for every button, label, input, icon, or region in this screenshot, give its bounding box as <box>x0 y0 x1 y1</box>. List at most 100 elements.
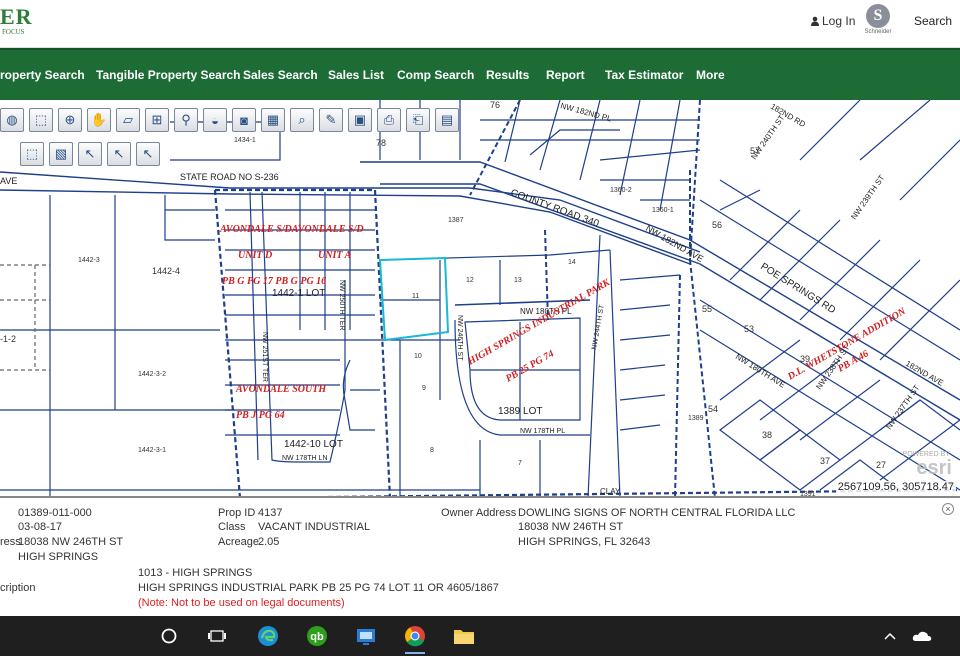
parcel-map[interactable]: STATE ROAD NO S-236 AVE COUNTY ROAD 340 … <box>0 100 960 498</box>
layers-icon[interactable]: ◒ <box>203 108 227 132</box>
label-parcel-57: 57 <box>750 146 760 156</box>
label-clay: CLAY <box>600 487 621 496</box>
map-view-icon[interactable]: ▧ <box>49 142 73 166</box>
nav-real-property-search[interactable]: roperty Search <box>0 68 85 82</box>
label-lot-1442-1: 1442-1 LOT <box>272 288 325 299</box>
main-navbar: roperty Search Tangible Property Search … <box>0 48 960 100</box>
eraser-icon[interactable]: ▱ <box>116 108 140 132</box>
label-parcel-39: 39 <box>800 354 810 364</box>
top-header: ER FOCUS Log In S Schneider Search <box>0 0 960 48</box>
label-parcel-78: 78 <box>376 138 386 148</box>
nav-tax-estimator[interactable]: Tax Estimator <box>605 68 683 82</box>
label-parcel-13: 13 <box>514 277 522 284</box>
nav-sales-list[interactable]: Sales List <box>328 68 384 82</box>
class-label: Class <box>218 521 246 533</box>
cortana-icon[interactable] <box>155 622 183 650</box>
label-ave-left: AVE <box>0 176 17 186</box>
nav-report[interactable]: Report <box>546 68 585 82</box>
print-icon[interactable]: ⎙ <box>377 108 401 132</box>
label-unit-d: UNIT D <box>238 250 272 261</box>
label-pb-j: PB J PG 64 <box>236 410 285 421</box>
select-box-icon[interactable]: ⬚ <box>20 142 44 166</box>
camera-icon[interactable]: ◙ <box>232 108 256 132</box>
legal-note: (Note: Not to be used on legal documents… <box>138 597 345 609</box>
owner-name: DOWLING SIGNS OF NORTH CENTRAL FLORIDA L… <box>518 507 796 519</box>
nav-more[interactable]: More <box>696 68 725 82</box>
label-1391: 1391 <box>800 491 816 498</box>
draw-icon[interactable]: ✎ <box>319 108 343 132</box>
map-toolbar: ◍ ⬚ ⊕ ✋ ▱ ⊞ ⚲ ◒ ◙ ▦ ⌕ ✎ ▣ ⎙ ⎗ ▤ <box>0 108 459 132</box>
label-parcel-9: 9 <box>422 385 426 392</box>
task-view-icon[interactable] <box>203 622 231 650</box>
sale-date: 03-08-17 <box>18 521 63 533</box>
chrome-icon[interactable] <box>401 622 429 654</box>
label-parcel-37: 37 <box>820 456 830 466</box>
pan-hand-icon[interactable]: ✋ <box>87 108 111 132</box>
onedrive-icon[interactable] <box>908 622 936 650</box>
svg-text:qb: qb <box>310 631 324 643</box>
label-nw-178th-pl: NW 178TH PL <box>520 428 565 435</box>
pointer-icon[interactable]: ↖ <box>78 142 102 166</box>
label-nw-251st-ter: NW 251ST TER <box>261 332 268 382</box>
label-parcel-7: 7 <box>518 460 522 467</box>
label-parcel-56: 56 <box>712 220 722 230</box>
label-pb-g: PB G PG 17 PB G PG 16 <box>222 276 326 287</box>
label-182nd-ave-right: 182ND AVE <box>904 359 945 388</box>
edge-icon[interactable] <box>254 622 282 650</box>
description-label: cription <box>0 582 36 594</box>
esri-logo: esri <box>916 457 952 479</box>
label-poe-springs-rd: POE SPRINGS RD <box>758 261 837 316</box>
close-icon[interactable]: × <box>942 503 954 515</box>
schneider-label: Schneider <box>864 29 892 35</box>
label-lot-1442-10: 1442-10 LOT <box>284 439 343 450</box>
owner-label: Owner Address <box>441 507 517 519</box>
window-icon[interactable]: ▣ <box>348 108 372 132</box>
pin-icon[interactable]: ⚲ <box>174 108 198 132</box>
select-rect-icon[interactable]: ⬚ <box>29 108 53 132</box>
label-state-road: STATE ROAD NO S-236 <box>180 172 279 182</box>
nav-comp-search[interactable]: Comp Search <box>397 68 474 82</box>
label-nw-250th-ter: NW 250TH TER <box>338 280 345 330</box>
login-link[interactable]: Log In <box>810 14 855 28</box>
label-pb-25: PB 25 PG 74 <box>504 348 556 384</box>
parcel-number: 01389-011-000 <box>18 507 92 519</box>
schneider-icon: S <box>866 4 890 28</box>
measure-icon[interactable]: ▦ <box>261 108 285 132</box>
file-explorer-icon[interactable] <box>450 622 478 650</box>
save-icon[interactable]: ▤ <box>435 108 459 132</box>
pointer3-icon[interactable]: ↖ <box>136 142 160 166</box>
globe-icon[interactable]: ◍ <box>0 108 24 132</box>
label-1360-1: 1360-1 <box>652 207 674 214</box>
logo-text: ER <box>0 4 33 29</box>
print2-icon[interactable]: ⎗ <box>406 108 430 132</box>
label-nw-239th-st: NW 239TH ST <box>849 173 886 221</box>
prop-id-value: 4137 <box>258 507 283 519</box>
label-1360-2: 1360-2 <box>610 187 632 194</box>
owner-city: HIGH SPRINGS, FL 32643 <box>518 536 651 548</box>
remote-desktop-icon[interactable] <box>352 622 380 650</box>
label-nw-246th-st: NW 246TH ST <box>456 315 463 361</box>
chevron-up-icon[interactable] <box>876 622 904 650</box>
add-icon[interactable]: ⊞ <box>145 108 169 132</box>
label-parcel-8: 8 <box>430 447 434 454</box>
label-parcel-10: 10 <box>414 353 422 360</box>
zoom-tool-icon[interactable]: ⌕ <box>290 108 314 132</box>
quickbooks-icon[interactable]: qb <box>303 622 331 650</box>
label-parcel-12: 12 <box>466 277 474 284</box>
city-value: HIGH SPRINGS <box>18 551 99 563</box>
label-parcel-53: 53 <box>744 324 754 334</box>
label-1442-3-1: 1442-3-1 <box>138 447 166 454</box>
owner-street: 18038 NW 246TH ST <box>518 521 624 533</box>
zoom-in-icon[interactable]: ⊕ <box>58 108 82 132</box>
site-logo[interactable]: ER FOCUS <box>0 4 33 36</box>
search-link[interactable]: Search <box>914 14 952 28</box>
nav-tangible-property-search[interactable]: Tangible Property Search <box>96 68 241 82</box>
nav-sales-search[interactable]: Sales Search <box>243 68 318 82</box>
label-lot-1389: 1389 LOT <box>498 406 542 417</box>
nav-results[interactable]: Results <box>486 68 529 82</box>
map-coordinates: 2567109.56, 305718.47 <box>835 481 956 493</box>
schneider-logo[interactable]: S Schneider <box>858 4 898 42</box>
windows-taskbar: qb <box>0 616 960 656</box>
pointer2-icon[interactable]: ↖ <box>107 142 131 166</box>
legal-description: HIGH SPRINGS INDUSTRIAL PARK PB 25 PG 74… <box>138 582 499 594</box>
